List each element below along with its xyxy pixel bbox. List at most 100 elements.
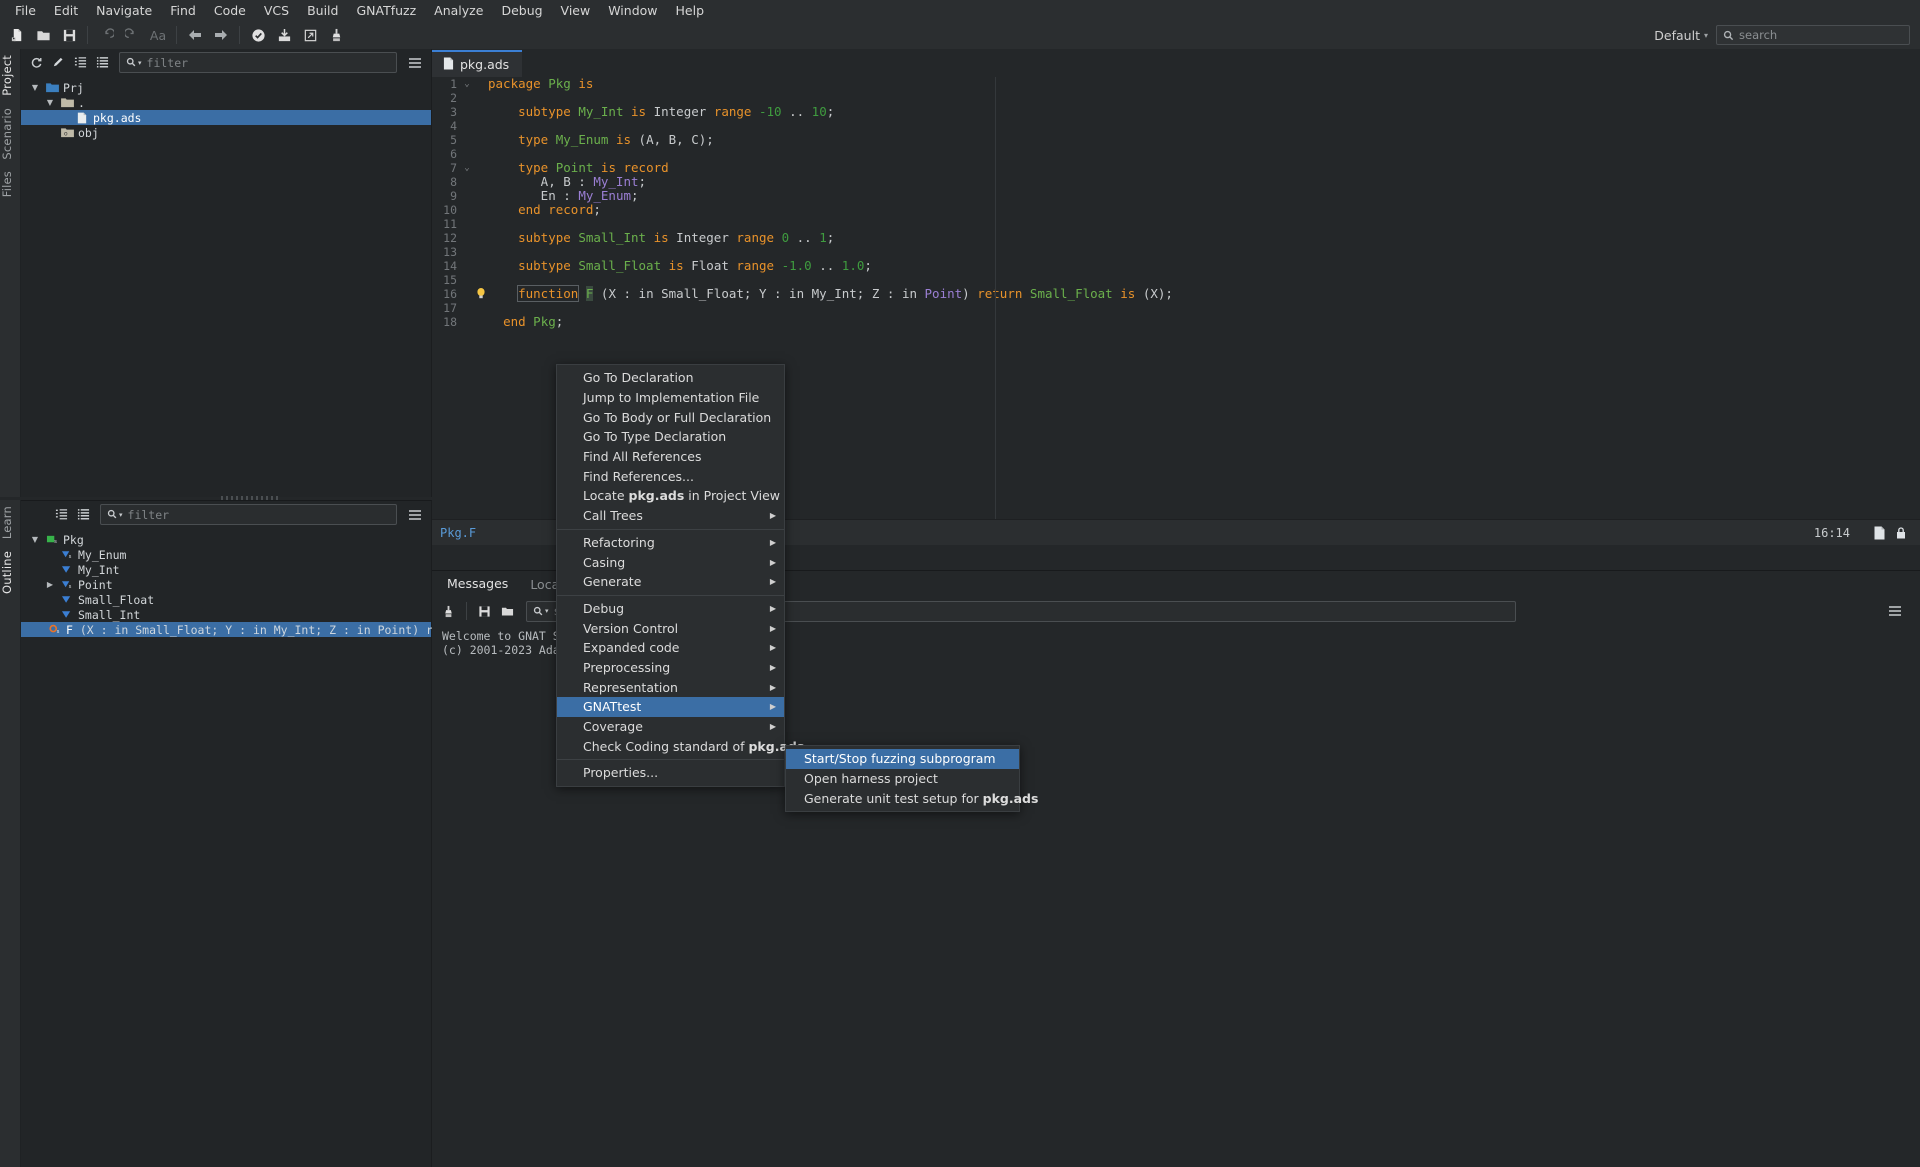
- global-search-input[interactable]: search: [1716, 25, 1910, 45]
- go-forward-icon[interactable]: [208, 23, 234, 47]
- context-menu-item-refactoring[interactable]: Refactoring ▶: [557, 533, 784, 553]
- sort-icon[interactable]: [51, 504, 72, 525]
- rail-tab-scenario[interactable]: Scenario: [0, 102, 21, 166]
- menu-vcs[interactable]: VCS: [255, 1, 298, 21]
- context-menu-item-debug[interactable]: Debug ▶: [557, 599, 784, 619]
- submenu-item-open-harness-project[interactable]: Open harness project: [786, 769, 1019, 789]
- context-menu-item-jump-to-implementation-file[interactable]: Jump to Implementation File: [557, 388, 784, 408]
- submenu-item-generate-unit-test-setup-for-pkg-ads[interactable]: Generate unit test setup for pkg.ads: [786, 788, 1038, 808]
- project-tree-item-row[interactable]: o obj: [21, 125, 431, 140]
- clean-icon[interactable]: [323, 23, 349, 47]
- redo-icon[interactable]: [119, 23, 145, 47]
- rail-tab-outline[interactable]: Outline: [0, 545, 21, 600]
- build-mode-selector[interactable]: Default ▾: [1654, 28, 1708, 43]
- run-icon[interactable]: [297, 23, 323, 47]
- context-menu-item-find-all-references[interactable]: Find All References: [557, 447, 784, 467]
- check-syntax-icon[interactable]: [245, 23, 271, 47]
- chevron-right-icon[interactable]: ▶: [44, 580, 56, 589]
- expand-all-icon[interactable]: [70, 52, 91, 73]
- menu-build[interactable]: Build: [298, 1, 347, 21]
- file-state-icon[interactable]: [1868, 526, 1890, 540]
- outline-item-row[interactable]: Small_Int: [21, 607, 431, 622]
- context-menu-item-expanded-code[interactable]: Expanded code ▶: [557, 638, 784, 658]
- outline-item-row[interactable]: Small_Float: [21, 592, 431, 607]
- editor-tab-pkg-ads[interactable]: pkg.ads: [432, 50, 523, 77]
- menu-view[interactable]: View: [552, 1, 600, 21]
- code-line: 6: [432, 147, 1920, 161]
- outline-item-row[interactable]: ▶ s Point: [21, 577, 431, 592]
- rail-tab-project[interactable]: Project: [0, 49, 21, 102]
- bottom-tab-messages[interactable]: Messages: [438, 572, 517, 597]
- outline-item-label: Small_Float: [78, 592, 155, 607]
- menu-file[interactable]: File: [6, 1, 45, 21]
- context-menu-item-preprocessing[interactable]: Preprocessing ▶: [557, 658, 784, 678]
- code-action-bulb-icon[interactable]: [474, 287, 488, 301]
- refresh-icon[interactable]: [26, 52, 47, 73]
- outline-item-row[interactable]: My_Int: [21, 562, 431, 577]
- project-filter-input[interactable]: ▾ filter: [119, 52, 397, 73]
- outline-item-row[interactable]: s My_Enum: [21, 547, 431, 562]
- outline-item-row[interactable]: ▼ s Pkg: [21, 532, 431, 547]
- context-menu-item-casing[interactable]: Casing ▶: [557, 552, 784, 572]
- new-file-icon[interactable]: [4, 23, 30, 47]
- rail-tab-learn[interactable]: Learn: [0, 500, 21, 545]
- chevron-right-icon: ▶: [769, 702, 776, 712]
- code-line: 13: [432, 245, 1920, 259]
- chevron-down-icon[interactable]: ▼: [44, 98, 56, 107]
- font-size-icon[interactable]: Aa: [145, 23, 171, 47]
- fold-toggle-icon[interactable]: ⌄: [460, 161, 474, 175]
- edit-icon[interactable]: [48, 52, 69, 73]
- project-tree-item-row[interactable]: pkg.ads: [21, 110, 431, 125]
- submenu-item-start-stop-fuzzing-subprogram[interactable]: Start/Stop fuzzing subprogram: [786, 749, 1019, 769]
- context-menu-item-representation[interactable]: Representation ▶: [557, 677, 784, 697]
- current-entity-path[interactable]: Pkg.F: [440, 526, 476, 540]
- outline-panel-menu-icon[interactable]: [404, 504, 426, 526]
- context-menu-item-check-coding-standard-of-pkg-ads[interactable]: Check Coding standard of pkg.ads: [557, 736, 804, 756]
- project-tree-item-row[interactable]: ▼ Prj: [21, 80, 431, 95]
- outline-item-row[interactable]: sF (X : in Small_Float; Y : in My_Int; Z…: [21, 622, 551, 637]
- type-icon: [60, 593, 74, 606]
- context-menu-item-version-control[interactable]: Version Control ▶: [557, 618, 784, 638]
- context-menu-item-find-references[interactable]: Find References...: [557, 466, 784, 486]
- menu-navigate[interactable]: Navigate: [87, 1, 161, 21]
- chevron-down-icon[interactable]: ▼: [29, 83, 41, 92]
- rail-tab-files[interactable]: Files: [0, 165, 21, 203]
- menu-window[interactable]: Window: [599, 1, 666, 21]
- open-folder-icon[interactable]: [30, 23, 56, 47]
- save-icon[interactable]: [56, 23, 82, 47]
- project-panel-menu-icon[interactable]: [404, 52, 426, 74]
- menu-edit[interactable]: Edit: [45, 1, 87, 21]
- panel-splitter-handle[interactable]: [221, 496, 281, 500]
- go-back-icon[interactable]: [182, 23, 208, 47]
- menu-code[interactable]: Code: [205, 1, 255, 21]
- toolbar-separator: [239, 26, 240, 44]
- context-menu-item-go-to-declaration[interactable]: Go To Declaration: [557, 368, 784, 388]
- bulb-spacer: [474, 161, 488, 175]
- context-menu-item-go-to-body-or-full-declaration[interactable]: Go To Body or Full Declaration: [557, 407, 784, 427]
- chevron-down-icon[interactable]: ▼: [29, 535, 41, 544]
- menu-help[interactable]: Help: [667, 1, 714, 21]
- menu-find[interactable]: Find: [161, 1, 205, 21]
- save-icon[interactable]: [474, 601, 495, 622]
- undo-icon[interactable]: [93, 23, 119, 47]
- context-menu-item-go-to-type-declaration[interactable]: Go To Type Declaration: [557, 427, 784, 447]
- flat-view-icon[interactable]: [73, 504, 94, 525]
- context-menu-item-call-trees[interactable]: Call Trees ▶: [557, 506, 784, 526]
- collapse-all-icon[interactable]: [92, 52, 113, 73]
- bottom-panel-menu-icon[interactable]: [1884, 600, 1906, 622]
- menu-debug[interactable]: Debug: [492, 1, 551, 21]
- build-icon[interactable]: [271, 23, 297, 47]
- menu-analyze[interactable]: Analyze: [425, 1, 492, 21]
- menu-gnatfuzz[interactable]: GNATfuzz: [347, 1, 425, 21]
- context-menu-item-coverage[interactable]: Coverage ▶: [557, 717, 784, 737]
- read-only-icon[interactable]: [1890, 526, 1912, 540]
- context-menu-item-gnattest[interactable]: GNATtest ▶: [557, 697, 784, 717]
- project-tree-item-row[interactable]: ▼.: [21, 95, 431, 110]
- open-folder-icon[interactable]: [497, 601, 518, 622]
- context-menu-item-properties[interactable]: Properties...: [557, 763, 784, 783]
- context-menu-item-generate[interactable]: Generate ▶: [557, 572, 784, 592]
- outline-filter-input[interactable]: ▾ filter: [100, 504, 397, 525]
- context-menu-item-locate-pkg-ads-in-project-view[interactable]: Locate pkg.ads in Project View: [557, 486, 784, 506]
- clear-icon[interactable]: [438, 601, 459, 622]
- fold-toggle-icon[interactable]: ⌄: [460, 77, 474, 91]
